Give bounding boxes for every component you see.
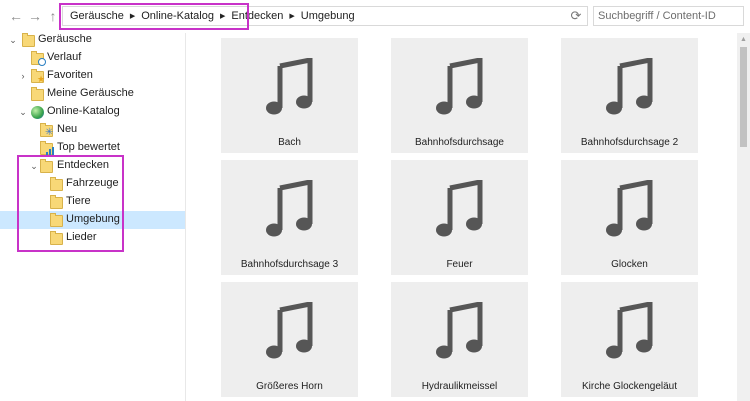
folder-icon [50, 177, 63, 191]
sidebar-item-verlauf[interactable]: Verlauf [0, 49, 185, 67]
breadcrumb-item-online-katalog[interactable]: Online-Katalog [138, 10, 217, 22]
sound-tile[interactable]: Bach [221, 38, 358, 153]
sidebar-item-online-katalog[interactable]: ⌄ Online-Katalog [0, 103, 185, 121]
globe-icon [31, 106, 44, 119]
scrollbar-thumb[interactable] [740, 47, 747, 147]
gear-icon: ✳ [45, 127, 54, 138]
chevron-down-icon[interactable]: ⌄ [29, 161, 39, 171]
folder-icon [40, 159, 53, 173]
sidebar-item-label: Lieder [66, 231, 97, 243]
sidebar-item-label: Fahrzeuge [66, 177, 119, 189]
sound-tile[interactable]: Bahnhofsdurchsage [391, 38, 528, 153]
breadcrumb-item-gerausche[interactable]: Geräusche [67, 10, 127, 22]
sound-tile[interactable]: Bahnhofsdurchsage 3 [221, 160, 358, 275]
breadcrumb-item-umgebung[interactable]: Umgebung [298, 10, 358, 22]
refresh-icon[interactable]: ⟳ [568, 8, 584, 24]
back-arrow-icon[interactable]: ← [8, 8, 24, 24]
sidebar-item-label: Geräusche [38, 33, 92, 45]
sidebar-item-label: Top bewertet [57, 141, 120, 153]
sidebar-item-label: Online-Katalog [47, 105, 120, 117]
music-note-icon [605, 58, 652, 115]
sidebar-item-lieder[interactable]: Lieder [0, 229, 185, 247]
music-note-icon [605, 302, 652, 359]
sound-tile[interactable]: Kirche Glockengeläut [561, 282, 698, 397]
sidebar-item-favoriten[interactable]: › ★ Favoriten [0, 67, 185, 85]
sound-tile[interactable]: Feuer [391, 160, 528, 275]
breadcrumb-separator-icon: ▶ [289, 13, 295, 20]
sidebar-item-label: Entdecken [57, 159, 109, 171]
sidebar-item-label: Favoriten [47, 69, 93, 81]
top-bar: ← → ↑ Geräusche ▶ Online-Katalog ▶ Entde… [0, 0, 750, 33]
sidebar-item-label: Umgebung [66, 213, 120, 225]
music-note-icon [265, 58, 312, 115]
sidebar-item-fahrzeuge[interactable]: Fahrzeuge [0, 175, 185, 193]
sound-tile[interactable]: Bahnhofsdurchsage 2 [561, 38, 698, 153]
sidebar-item-tiere[interactable]: Tiere [0, 193, 185, 211]
chevron-right-icon[interactable]: › [18, 71, 28, 81]
sidebar-item-label: Neu [57, 123, 78, 135]
forward-arrow-icon[interactable]: → [27, 8, 43, 24]
chevron-down-icon[interactable]: ⌄ [8, 35, 18, 45]
pane-divider[interactable] [185, 33, 186, 401]
music-note-icon [435, 180, 482, 237]
folder-icon [50, 231, 63, 245]
music-note-icon [605, 180, 652, 237]
sound-tile-label: Feuer [446, 259, 473, 270]
sound-tile-label: Kirche Glockengeläut [581, 381, 678, 392]
sound-tile-label: Bahnhofsdurchsage [415, 137, 504, 148]
sound-tile[interactable]: Größeres Horn [221, 282, 358, 397]
sound-tile-label: Bach [278, 137, 301, 148]
sound-tile-label: Bahnhofsdurchsage 3 [240, 259, 339, 270]
sidebar-item-umgebung[interactable]: Umgebung [0, 211, 185, 229]
sidebar-item-label: Tiere [66, 195, 91, 207]
breadcrumb-separator-icon: ▶ [129, 13, 136, 20]
sidebar-item-gerausche[interactable]: ⌄ Geräusche [0, 31, 185, 49]
chevron-down-icon[interactable]: ⌄ [18, 107, 28, 117]
folder-icon [50, 195, 63, 209]
sound-tile-label: Größeres Horn [256, 381, 323, 392]
music-note-icon [265, 180, 312, 237]
breadcrumb: Geräusche ▶ Online-Katalog ▶ Entdecken ▶… [67, 7, 358, 25]
sound-tile-label: Hydraulikmeissel [421, 381, 498, 392]
address-bar[interactable]: Geräusche ▶ Online-Katalog ▶ Entdecken ▶… [62, 6, 588, 26]
sound-tile-label: Glocken [611, 259, 648, 270]
breadcrumb-item-entdecken[interactable]: Entdecken [228, 10, 286, 22]
music-note-icon [435, 58, 482, 115]
search-input[interactable] [593, 6, 744, 26]
sidebar-item-meine-gerausche[interactable]: Meine Geräusche [0, 85, 185, 103]
sidebar-tree: ⌄ Geräusche Verlauf › ★ Favoriten Meine … [0, 30, 185, 401]
bar-chart-icon [46, 147, 55, 155]
scroll-up-arrow-icon[interactable]: ▲ [737, 33, 750, 46]
folder-icon [22, 33, 35, 47]
folder-icon [50, 213, 63, 227]
folder-icon [31, 87, 44, 101]
music-note-icon [435, 302, 482, 359]
sound-tile-label: Bahnhofsdurchsage 2 [580, 137, 679, 148]
sound-tile[interactable]: Hydraulikmeissel [391, 282, 528, 397]
music-note-icon [265, 302, 312, 359]
breadcrumb-separator-icon: ▶ [219, 13, 226, 20]
sound-tile[interactable]: Glocken [561, 160, 698, 275]
up-arrow-icon[interactable]: ↑ [45, 8, 61, 24]
sidebar-item-neu[interactable]: ✳ Neu [0, 121, 185, 139]
star-icon: ★ [37, 74, 46, 84]
sidebar-item-top-bewertet[interactable]: Top bewertet [0, 139, 185, 157]
vertical-scrollbar[interactable]: ▲ [737, 33, 750, 401]
sidebar-item-label: Meine Geräusche [47, 87, 134, 99]
clock-icon [38, 58, 46, 66]
sidebar-item-label: Verlauf [47, 51, 82, 63]
sidebar-item-entdecken[interactable]: ⌄ Entdecken [0, 157, 185, 175]
